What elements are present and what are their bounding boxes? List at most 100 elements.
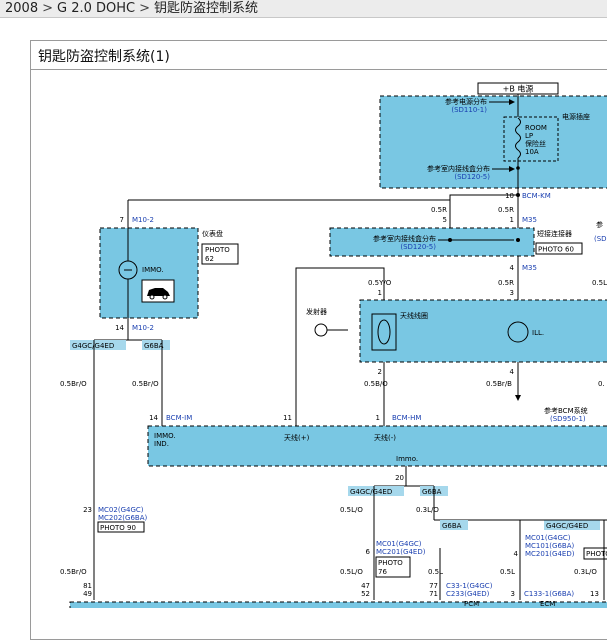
fuse-ref1: 参考电源分布 [445, 97, 487, 106]
pin-81: 81 [83, 582, 92, 590]
pin-2-coil: 2 [378, 368, 382, 376]
bcm-pin-20: 20 [395, 474, 404, 482]
bcm-antenna-pos: 天线(+) [284, 433, 310, 442]
fuse-line1: ROOM [525, 124, 547, 132]
pin-4-coil: 4 [510, 368, 515, 376]
ref-bcm-code: (SD950-1) [550, 415, 586, 423]
bcm-hm-label: BCM-HM [392, 414, 421, 422]
wire-0.5LO-right: 0.5L/O [592, 279, 607, 287]
antenna-coil-module [359, 299, 607, 363]
cluster-photo-2[interactable]: 62 [205, 255, 214, 263]
c133-label: C133-1(G6BA) [524, 590, 574, 598]
pin-49: 49 [83, 590, 92, 598]
power-source-label: +B 电源 [503, 84, 534, 94]
mc201a-label: MC201(G4ED) [376, 548, 426, 556]
cluster-name: 仪表盘 [202, 229, 223, 238]
fuse-box-module [379, 95, 607, 189]
bcm-module [147, 425, 607, 467]
pin-71: 71 [429, 590, 438, 598]
engine-tag-low-g4-text: G4GC/G4ED [546, 522, 588, 530]
photo-76-a[interactable]: PHOTO [378, 559, 403, 567]
joint-ref: 参考室内接线盒分布 [373, 234, 436, 243]
pin-7: 7 [120, 216, 124, 224]
wire-0.5LO-b: 0.5L/O [340, 568, 363, 576]
pin-52: 52 [361, 590, 370, 598]
wire-0.5L: 0.5L [428, 568, 443, 576]
pin-23: 23 [83, 506, 92, 514]
m10-2b-label: M10-2 [132, 324, 154, 332]
fuse-line3: 保险丝 [525, 139, 546, 148]
wire-0.5BrB: 0.5Br/B [486, 380, 512, 388]
pin-10: 10 [505, 192, 514, 200]
m35-label: M35 [522, 216, 537, 224]
joint-side-code: (SD [594, 235, 607, 243]
pin-47: 47 [361, 582, 370, 590]
ecm-label: ECM [540, 600, 555, 608]
transmitter-label: 发射器 [306, 307, 327, 316]
engine-tag-mid-a-text: G4GC/G4ED [350, 488, 392, 496]
joint-photo[interactable]: PHOTO 60 [538, 246, 574, 254]
m35b-label: M35 [522, 264, 537, 272]
mc201b-label: MC201(G4ED) [525, 550, 575, 558]
fuse-line2: LP [525, 132, 533, 140]
engine-tag-low-g6ba-text: G6BA [442, 522, 462, 530]
wire-0.5BrO-low: 0.5Br/O [60, 568, 87, 576]
wire-0.5YO: 0.5Y/O [368, 279, 392, 287]
c233-label: C233(G4ED) [446, 590, 490, 598]
c33-label: C33-1(G4GC) [446, 582, 493, 590]
joint-ref-code: (SD120-5) [400, 243, 436, 251]
mc101-label: MC101(G6BA) [525, 542, 574, 550]
pin-4: 4 [510, 264, 515, 272]
engine-tag-left-b-text: G6BA [144, 342, 164, 350]
pin-1-coil: 1 [378, 289, 382, 297]
mc02-label: MC02(G4GC) [98, 506, 144, 514]
fuse-socket-name: 电源插座 [562, 112, 590, 121]
wire-0.5LO-a: 0.5L/O [340, 506, 363, 514]
fuse-ref1-code: (SD110-1) [451, 106, 487, 114]
bcm-immo-ind-2: IND. [154, 440, 169, 448]
wire-0.5BO: 0.5B/O [364, 380, 388, 388]
joint-side-ref: 参 [596, 220, 603, 229]
bcm-km-label: BCM-KM [522, 192, 551, 200]
photo-76-b[interactable]: 76 [378, 568, 387, 576]
cluster-photo-1[interactable]: PHOTO [205, 246, 230, 254]
wire-0-right: 0. [598, 380, 605, 388]
pin-4-right: 4 [514, 550, 519, 558]
wire-0.3LO-b: 0.3L/O [574, 568, 597, 576]
wire-0.5BrO-left: 0.5Br/O [60, 380, 87, 388]
wire-0.3LO-a: 0.3L/O [416, 506, 439, 514]
pin-5: 5 [443, 216, 447, 224]
pin-6: 6 [366, 548, 371, 556]
mc202-label: MC202(G6BA) [98, 514, 147, 522]
fuse-line4: 10A [525, 148, 539, 156]
pin-13: 13 [590, 590, 599, 598]
ref-bcm: 参考BCM系统 [544, 406, 588, 415]
wire-0.5BrO-right: 0.5Br/O [132, 380, 159, 388]
wire-0.5R-a: 0.5R [431, 206, 447, 214]
wiring-diagram: +B 电源 参考电源分布 (SD110-1) 电源插座 ROOM LP 保险丝 … [60, 82, 607, 608]
bcm-pin-11: 11 [283, 414, 292, 422]
pin-3-right: 3 [511, 590, 515, 598]
engine-tag-left-a-text: G4GC/G4ED [72, 342, 114, 350]
wire-0.5L-b: 0.5L [500, 568, 515, 576]
pin-3: 3 [510, 289, 514, 297]
pin-14-cluster: 14 [115, 324, 124, 332]
pcm-module [69, 601, 607, 608]
ill-label: ILL. [532, 329, 544, 337]
bcm-immo-ind-1: IMMO. [154, 432, 176, 440]
cluster-immo-label: IMMO. [142, 266, 164, 274]
pin-1: 1 [510, 216, 514, 224]
fuse-ref2: 参考室内接线盒分布 [427, 164, 490, 173]
pcm-label: PCM [464, 600, 479, 608]
fuse-ref2-code: (SD120-5) [454, 173, 490, 181]
coil-name: 天线线圈 [400, 311, 428, 320]
mc01a-label: MC01(G4GC) [376, 540, 422, 548]
photo-90[interactable]: PHOTO 90 [100, 524, 136, 532]
joint-name: 短接连接器 [537, 229, 572, 238]
bcm-pin-1: 1 [376, 414, 380, 422]
mc01b-label: MC01(G4GC) [525, 534, 571, 542]
bcm-antenna-neg: 天线(-) [374, 433, 396, 442]
pin-77: 77 [429, 582, 438, 590]
wire-0.5R-b: 0.5R [498, 206, 514, 214]
bcm-im-label: BCM-IM [166, 414, 192, 422]
